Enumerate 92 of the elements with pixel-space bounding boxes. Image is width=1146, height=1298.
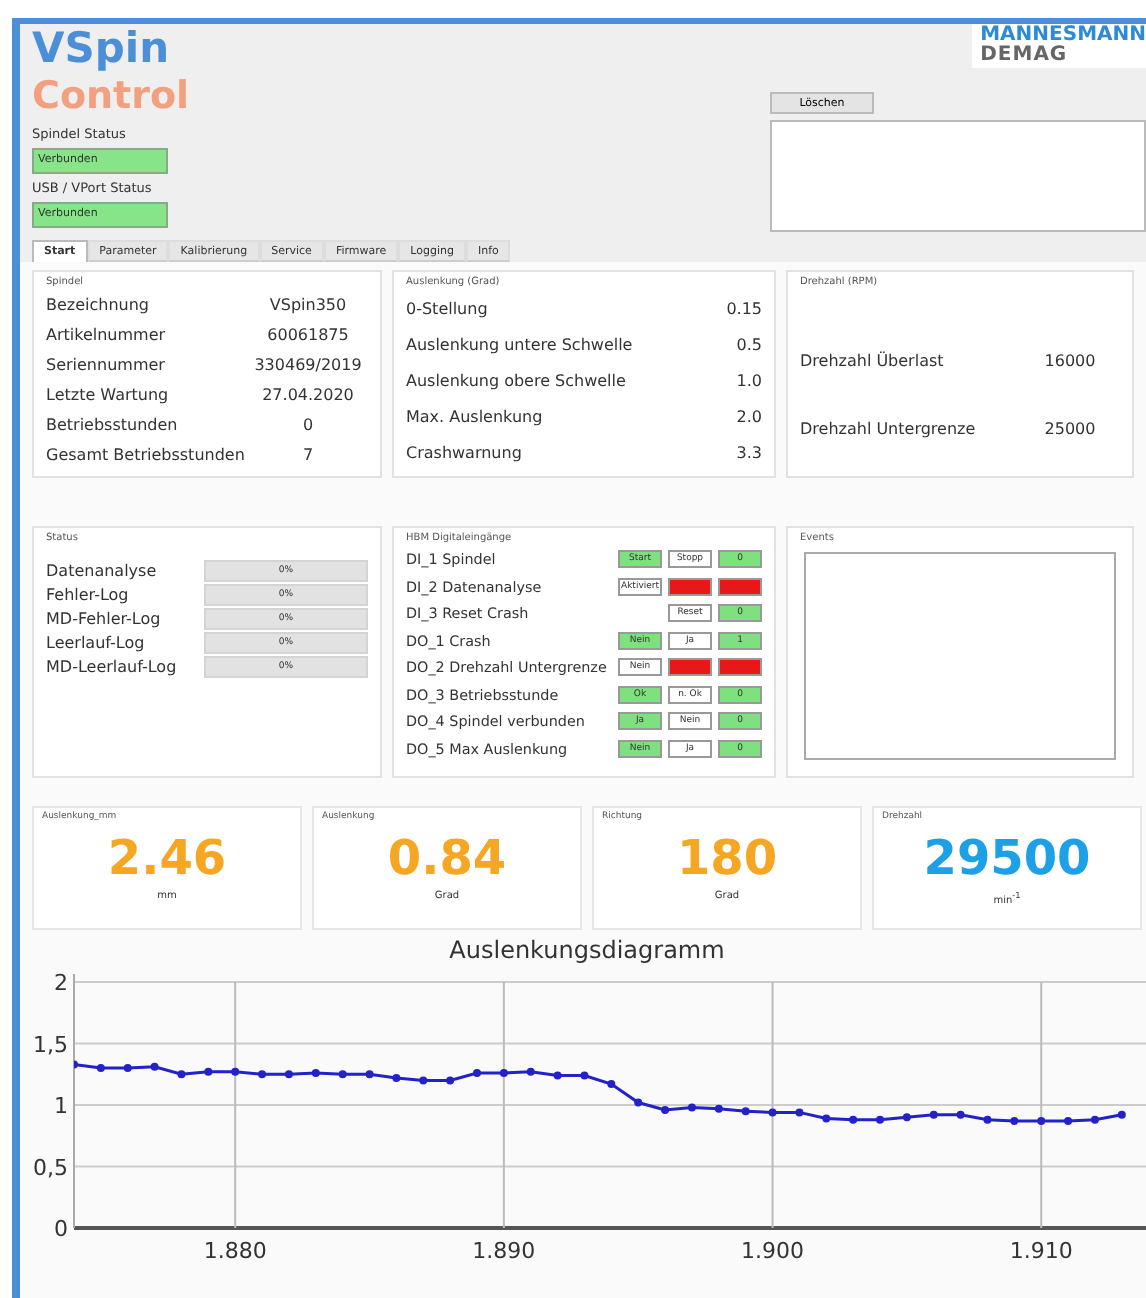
field-value: 0.5 xyxy=(736,335,762,353)
axis-label: 1.880 xyxy=(203,1238,267,1264)
axis-label: 1.890 xyxy=(472,1238,536,1264)
field-label: Drehzahl Überlast xyxy=(800,351,944,369)
data-point xyxy=(473,1069,481,1077)
data-point xyxy=(231,1067,240,1076)
field-label: 0-Stellung xyxy=(406,299,488,317)
data-point xyxy=(580,1071,589,1080)
readout-value: 29500 xyxy=(923,830,1091,886)
field-value: VSpin350 xyxy=(267,296,349,314)
data-point xyxy=(929,1110,938,1119)
field-label: Letzte Wartung xyxy=(46,386,169,404)
field-value: 16000 xyxy=(1042,351,1098,369)
axis-label: 2 xyxy=(54,970,68,996)
data-point xyxy=(338,1070,347,1079)
field-label: Leerlauf-Log xyxy=(46,633,145,651)
data-point xyxy=(392,1073,401,1082)
field-value: 2.0 xyxy=(736,407,762,425)
data-point xyxy=(902,1113,911,1122)
data-point xyxy=(177,1070,186,1079)
field-label: Betriebsstunden xyxy=(46,416,178,434)
data-point xyxy=(553,1071,562,1080)
data-point xyxy=(687,1103,696,1112)
field-label: Seriennummer xyxy=(46,356,165,374)
data-point xyxy=(634,1098,643,1107)
field-label: Auslenkung untere Schwelle xyxy=(406,335,633,353)
toggle-button[interactable] xyxy=(668,658,712,677)
log-field[interactable] xyxy=(770,120,1146,232)
data-point xyxy=(849,1115,858,1124)
data-point xyxy=(96,1064,105,1073)
readout-value: 2.46 xyxy=(107,830,227,886)
field-label: Gesamt Betriebsstunden xyxy=(46,446,245,464)
data-point xyxy=(204,1067,213,1076)
readout-value: 180 xyxy=(676,830,778,886)
readout-value: 0.84 xyxy=(387,830,507,886)
axis-label: 0,5 xyxy=(33,1154,68,1181)
data-point xyxy=(419,1076,428,1085)
app-title: VSpin xyxy=(32,24,172,72)
axis-label: 1 xyxy=(54,1093,68,1119)
field-label: Crashwarnung xyxy=(406,443,522,461)
data-point xyxy=(741,1107,750,1116)
data-point xyxy=(499,1069,508,1077)
data-point xyxy=(956,1110,965,1119)
field-label: Artikelnummer xyxy=(46,326,166,344)
data-point xyxy=(768,1108,777,1117)
field-value: 330469/2019 xyxy=(252,356,364,374)
axis-label: 1,5 xyxy=(33,1031,68,1058)
field-label: Max. Auslenkung xyxy=(406,407,543,425)
field-value: 0 xyxy=(300,416,316,434)
data-point xyxy=(284,1070,293,1079)
app-subtitle: Control xyxy=(32,72,190,120)
data-point xyxy=(1064,1117,1073,1125)
data-point xyxy=(876,1115,884,1124)
data-point xyxy=(661,1105,670,1114)
field-label: Datenanalyse xyxy=(46,561,157,579)
data-point xyxy=(607,1080,616,1089)
toggle-button[interactable] xyxy=(718,577,762,596)
field-label: MD-Leerlauf-Log xyxy=(46,657,177,675)
data-point xyxy=(123,1064,132,1073)
field-value: 60061875 xyxy=(265,326,351,344)
axis-label: 0 xyxy=(54,1216,68,1242)
field-value: 25000 xyxy=(1042,419,1098,437)
field-value: 0.15 xyxy=(726,299,762,317)
data-point xyxy=(1090,1115,1099,1124)
company-logo: MANNESMANN DEMAG xyxy=(972,24,1146,68)
data-point xyxy=(983,1115,992,1124)
field-label: Fehler-Log xyxy=(46,585,129,603)
toggle-button[interactable] xyxy=(718,658,762,677)
data-point xyxy=(365,1070,374,1079)
axis-label: 1.900 xyxy=(741,1238,805,1264)
toggle-button[interactable] xyxy=(668,577,712,596)
chart-title: Auslenkungsdiagramm xyxy=(449,936,725,964)
data-point xyxy=(526,1067,535,1076)
data-point xyxy=(822,1114,831,1123)
axis-label: 1.910 xyxy=(1009,1238,1073,1264)
field-label: MD-Fehler-Log xyxy=(46,609,161,627)
field-value: 27.04.2020 xyxy=(260,386,356,404)
field-value: 3.3 xyxy=(736,443,762,461)
data-point xyxy=(150,1062,159,1071)
data-point xyxy=(1010,1117,1019,1125)
data-point xyxy=(714,1104,723,1113)
data-point xyxy=(311,1069,320,1077)
data-point xyxy=(795,1108,804,1117)
data-point xyxy=(1117,1110,1126,1119)
field-label: Auslenkung obere Schwelle xyxy=(406,371,626,389)
field-value: 1.0 xyxy=(736,371,762,389)
data-point xyxy=(446,1076,455,1085)
field-label: Bezeichnung xyxy=(46,296,150,314)
field-label: Drehzahl Untergrenze xyxy=(800,419,976,437)
data-point xyxy=(258,1070,267,1079)
field-value: 7 xyxy=(300,446,316,464)
data-point xyxy=(1037,1117,1046,1125)
